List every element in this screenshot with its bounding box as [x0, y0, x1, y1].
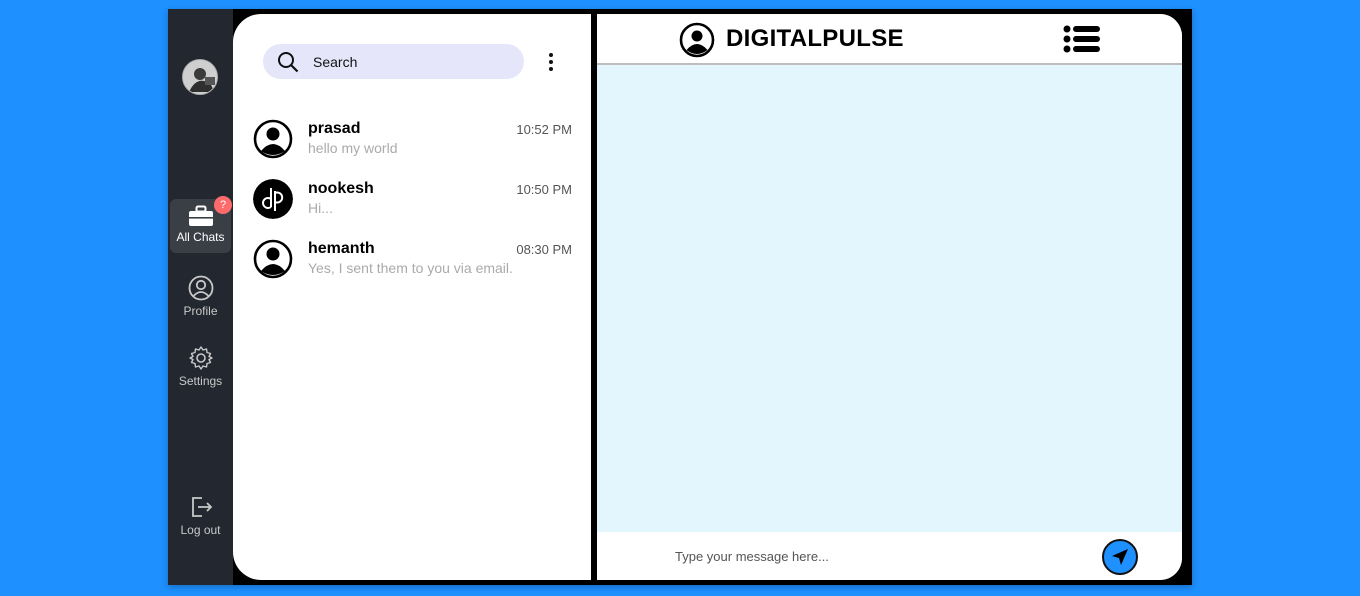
chat-name: prasad: [308, 120, 361, 137]
logout-icon: [191, 497, 212, 517]
chat-list-item[interactable]: prasad 10:52 PM hello my world: [253, 119, 573, 169]
chat-list-item[interactable]: hemanth 08:30 PM Yes, I sent them to you…: [253, 239, 573, 289]
search-bar[interactable]: [263, 44, 524, 79]
user-circle-icon: [188, 275, 213, 301]
user-icon: [253, 119, 293, 159]
sidebar-item-label: Profile: [183, 304, 218, 318]
chat-name: nookesh: [308, 180, 374, 197]
send-button[interactable]: [1102, 539, 1138, 575]
chat-time: 10:50 PM: [516, 182, 572, 197]
sidebar-item-label: All Chats: [176, 230, 225, 244]
chat-list-item[interactable]: nookesh 10:50 PM Hi...: [253, 179, 573, 229]
conversation-header: DIGITALPULSE: [597, 14, 1182, 65]
dp-logo-avatar: [253, 179, 293, 219]
message-composer: [597, 532, 1182, 580]
conversation-panel: DIGITALPULSE: [597, 14, 1182, 580]
user-icon: [253, 239, 293, 279]
logout-label: Log out: [180, 523, 221, 537]
message-area[interactable]: [597, 65, 1182, 532]
search-input[interactable]: [313, 53, 503, 70]
chat-preview: Hi...: [308, 200, 333, 216]
user-avatar[interactable]: [182, 59, 218, 95]
logout-button[interactable]: Log out: [170, 488, 231, 542]
chat-preview: hello my world: [308, 140, 398, 156]
sidebar-item-profile[interactable]: Profile: [170, 269, 231, 323]
chat-time: 08:30 PM: [516, 242, 572, 257]
app-window: All Chats ? Profile Settings Log out Sea…: [168, 9, 1192, 585]
more-options-icon[interactable]: [541, 50, 561, 74]
search-icon: [278, 51, 299, 72]
nav-rail: All Chats ? Profile Settings Log out: [168, 9, 233, 585]
chat-name: hemanth: [308, 240, 375, 257]
sidebar-item-label: Settings: [178, 374, 223, 388]
sidebar-item-all-chats[interactable]: All Chats ?: [170, 196, 232, 253]
chat-preview: Yes, I sent them to you via email.: [308, 260, 513, 276]
sidebar-item-settings[interactable]: Settings: [170, 339, 231, 393]
message-input[interactable]: [675, 546, 1075, 566]
page-title: DIGITALPULSE: [726, 25, 904, 52]
chat-time: 10:52 PM: [516, 122, 572, 137]
gear-icon: [188, 346, 213, 370]
unread-badge: ?: [214, 196, 232, 214]
user-circle-icon: [679, 22, 715, 58]
list-menu-icon[interactable]: [1063, 25, 1101, 53]
chat-list-panel: prasad 10:52 PM hello my world nookesh 1…: [233, 14, 591, 580]
send-icon: [1112, 549, 1128, 565]
briefcase-icon: [188, 205, 213, 226]
